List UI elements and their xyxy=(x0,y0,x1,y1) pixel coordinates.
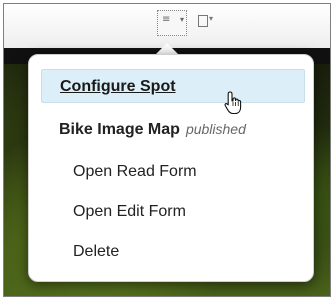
chevron-down-icon: ▾ xyxy=(209,14,214,23)
list-lines-icon: ≡ xyxy=(162,14,171,25)
open-read-form-item[interactable]: Open Read Form xyxy=(41,155,305,189)
delete-label: Delete xyxy=(73,243,120,260)
image-map-name: Bike Image Map xyxy=(59,121,180,138)
hand-cursor-icon xyxy=(224,91,242,115)
configure-spot-label: Configure Spot xyxy=(60,78,176,95)
box-tool-button[interactable]: ▾ xyxy=(196,12,222,32)
rectangle-icon xyxy=(198,15,208,27)
open-read-form-label: Open Read Form xyxy=(73,163,197,180)
toolbar: ≡ ▾ ▾ xyxy=(4,4,330,48)
open-edit-form-item[interactable]: Open Edit Form xyxy=(41,195,305,229)
configure-spot-item[interactable]: Configure Spot xyxy=(41,69,305,103)
spot-context-menu: Configure Spot Bike Image Map published O… xyxy=(28,54,314,282)
image-map-title-row: Bike Image Map published xyxy=(41,113,305,147)
publish-status: published xyxy=(185,121,246,137)
chevron-down-icon: ▾ xyxy=(179,15,184,24)
delete-item[interactable]: Delete xyxy=(41,235,305,269)
spot-tool-button[interactable]: ≡ ▾ xyxy=(157,10,187,36)
open-edit-form-label: Open Edit Form xyxy=(73,203,186,220)
